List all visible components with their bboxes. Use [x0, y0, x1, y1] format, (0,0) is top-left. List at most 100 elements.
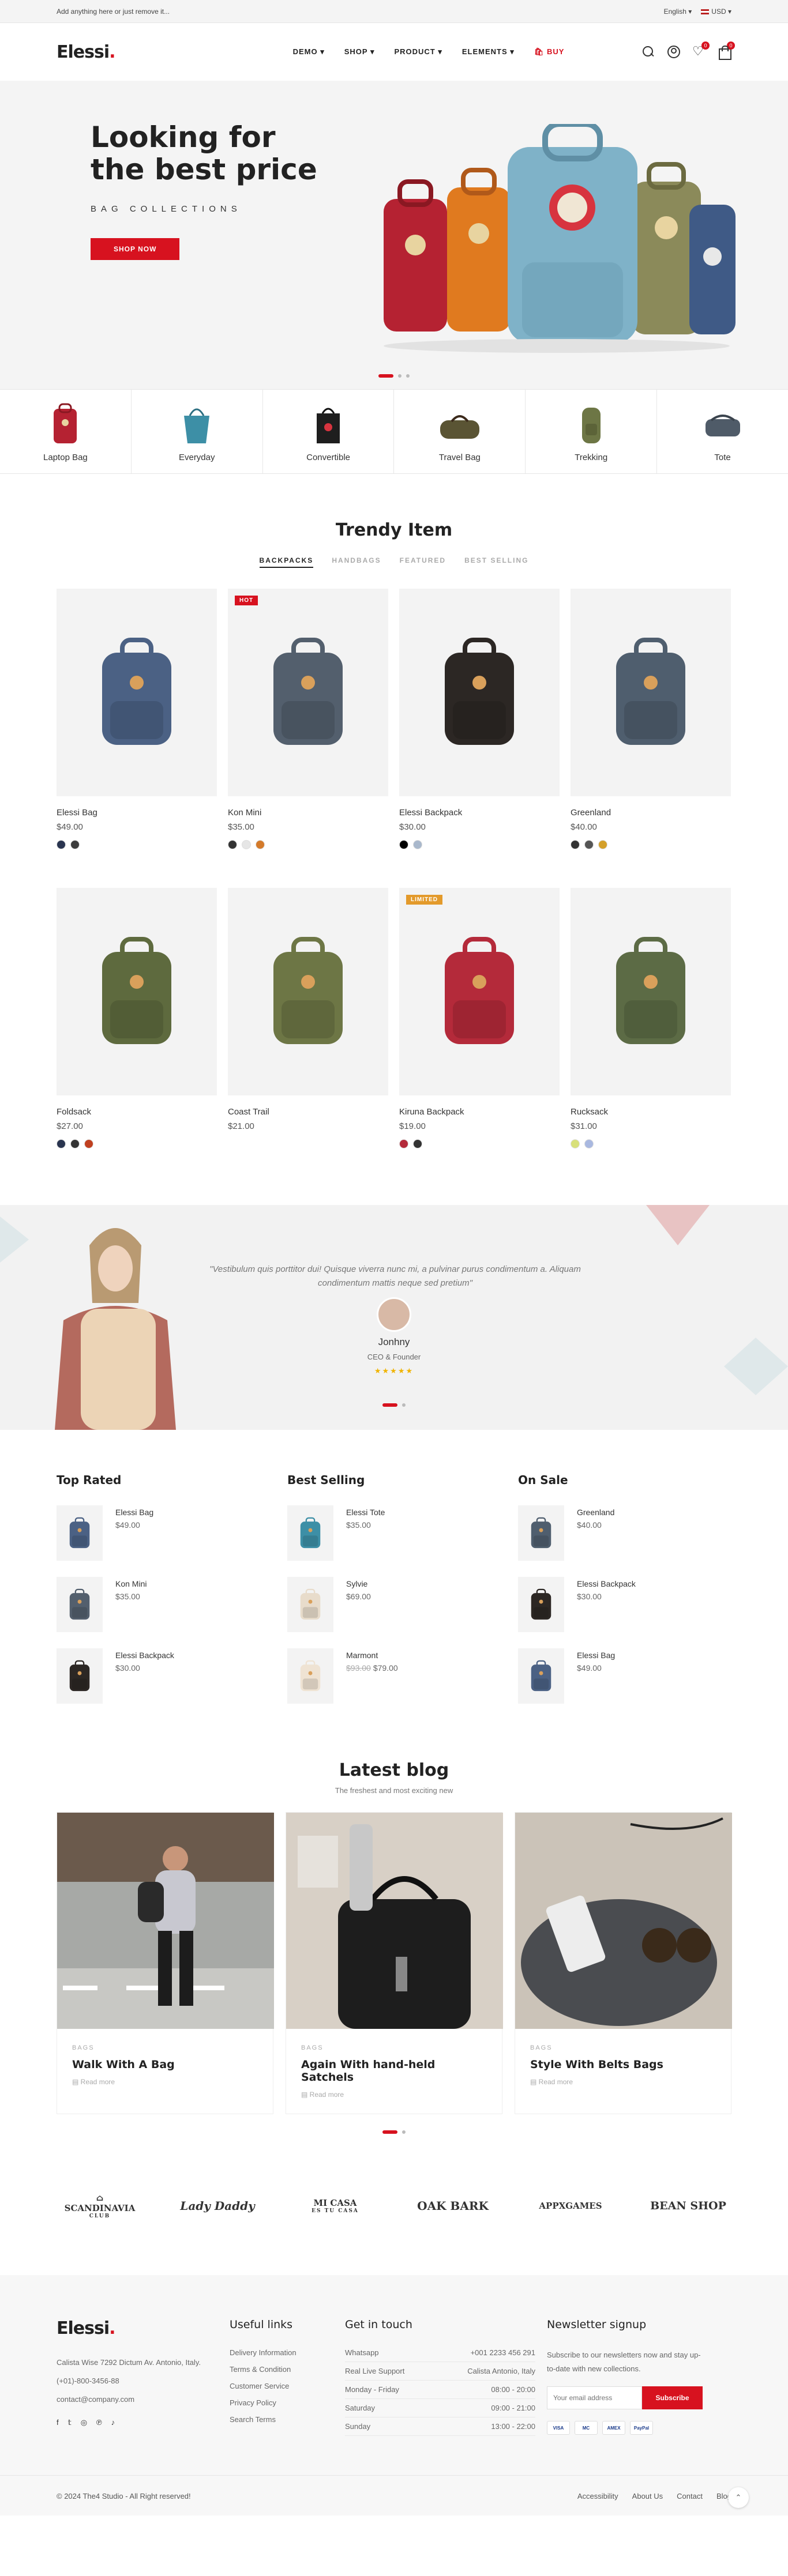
color-swatch[interactable] — [598, 840, 607, 849]
list-item-thumb[interactable] — [57, 1577, 103, 1632]
list-item-name[interactable]: Elessi Bag — [577, 1651, 615, 1660]
category-travel-bag[interactable]: Travel Bag — [394, 390, 526, 473]
color-swatch[interactable] — [399, 840, 408, 849]
language-select[interactable]: English ▾ — [664, 7, 692, 16]
list-item[interactable]: Elessi Bag $49.00 — [57, 1505, 270, 1561]
list-item-thumb[interactable] — [57, 1505, 103, 1561]
list-item-name[interactable]: Sylvie — [346, 1579, 371, 1588]
product-name[interactable]: Rucksack — [571, 1107, 731, 1117]
product-card[interactable]: Foldsack $27.00 — [57, 888, 217, 1148]
color-swatch[interactable] — [413, 1139, 422, 1148]
product-card[interactable]: Elessi Backpack $30.00 — [399, 589, 560, 849]
color-swatch[interactable] — [70, 1139, 80, 1148]
list-item-name[interactable]: Kon Mini — [115, 1579, 147, 1588]
list-item[interactable]: Kon Mini $35.00 — [57, 1577, 270, 1632]
list-item-name[interactable]: Elessi Backpack — [577, 1579, 636, 1588]
category-convertible[interactable]: Convertible — [263, 390, 395, 473]
product-name[interactable]: Kiruna Backpack — [399, 1107, 560, 1117]
back-to-top-icon[interactable]: ⌃ — [728, 2487, 749, 2508]
color-swatch[interactable] — [57, 840, 66, 849]
nav-buy[interactable]: 🛍 BUY — [534, 47, 565, 57]
newsletter-email-input[interactable] — [547, 2386, 642, 2409]
wishlist-heart-icon[interactable]: ♡ 0 — [692, 42, 710, 59]
slider-dot[interactable] — [382, 1403, 397, 1407]
footer-logo[interactable]: Elessi. — [57, 2318, 241, 2338]
product-name[interactable]: Elessi Backpack — [399, 808, 560, 818]
footer-bottom-link[interactable]: About Us — [632, 2492, 663, 2500]
read-more-link[interactable]: ▤ Read more — [301, 2091, 487, 2099]
instagram-icon[interactable]: ◎ — [81, 2418, 87, 2427]
list-item-thumb[interactable] — [57, 1648, 103, 1704]
list-item-thumb[interactable] — [287, 1577, 333, 1632]
footer-bottom-link[interactable]: Accessibility — [577, 2492, 618, 2500]
blog-post[interactable]: BAGS Again With hand-held Satchels ▤ Rea… — [286, 1812, 503, 2114]
tab-featured[interactable]: FEATURED — [400, 556, 446, 568]
user-icon[interactable] — [667, 45, 681, 59]
post-title[interactable]: Style With Belts Bags — [530, 2058, 716, 2071]
read-more-link[interactable]: ▤ Read more — [530, 2078, 716, 2086]
currency-select[interactable]: USD ▾ — [701, 7, 731, 16]
color-swatch[interactable] — [413, 840, 422, 849]
read-more-link[interactable]: ▤ Read more — [72, 2078, 258, 2086]
post-title[interactable]: Walk With A Bag — [72, 2058, 258, 2071]
product-image[interactable] — [571, 589, 731, 796]
brand-lady-daddy-logo[interactable]: Lady Daddy — [174, 2199, 261, 2213]
brand-bean-shop-logo[interactable]: BEAN SHOP — [645, 2200, 731, 2212]
brand-mi-casa-logo[interactable]: MI CASA ES TU CASA — [292, 2198, 378, 2214]
list-item-name[interactable]: Elessi Tote — [346, 1508, 385, 1517]
cart-bag-icon[interactable]: 0 — [718, 42, 735, 60]
product-image[interactable] — [571, 888, 731, 1095]
list-item[interactable]: Marmont $93.00 $79.00 — [287, 1648, 501, 1704]
list-item[interactable]: Elessi Backpack $30.00 — [57, 1648, 270, 1704]
nav-shop[interactable]: SHOP ▾ — [344, 47, 375, 57]
list-item[interactable]: Elessi Bag $49.00 — [518, 1648, 731, 1704]
slider-dot[interactable] — [398, 374, 401, 378]
tiktok-icon[interactable]: ♪ — [111, 2418, 115, 2427]
color-swatch[interactable] — [571, 840, 580, 849]
subscribe-button[interactable]: Subscribe — [642, 2386, 703, 2409]
color-swatch[interactable] — [70, 840, 80, 849]
product-image[interactable] — [228, 888, 388, 1095]
facebook-icon[interactable]: f — [57, 2418, 59, 2427]
footer-link[interactable]: Delivery Information — [230, 2348, 345, 2357]
post-title[interactable]: Again With hand-held Satchels — [301, 2058, 487, 2084]
footer-bottom-link[interactable]: Contact — [677, 2492, 703, 2500]
slider-dot[interactable] — [402, 2130, 406, 2134]
color-swatch[interactable] — [584, 840, 594, 849]
list-item[interactable]: Greenland $40.00 — [518, 1505, 731, 1561]
tab-best-selling[interactable]: BEST SELLING — [464, 556, 528, 568]
logo[interactable]: Elessi. — [57, 42, 241, 62]
list-item-thumb[interactable] — [518, 1577, 564, 1632]
brand-appxgames-logo[interactable]: APPXGAMES — [527, 2201, 614, 2211]
category-everyday[interactable]: Everyday — [132, 390, 263, 473]
category-laptop-bag[interactable]: Laptop Bag — [0, 390, 132, 473]
product-image[interactable]: HOT — [228, 589, 388, 796]
slider-dot[interactable] — [402, 1403, 406, 1407]
tab-backpacks[interactable]: BACKPACKS — [259, 556, 314, 568]
footer-link[interactable]: Terms & Condition — [230, 2365, 345, 2374]
color-swatch[interactable] — [57, 1139, 66, 1148]
color-swatch[interactable] — [584, 1139, 594, 1148]
footer-link[interactable]: Search Terms — [230, 2415, 345, 2424]
slider-dot[interactable] — [382, 2130, 397, 2134]
product-name[interactable]: Coast Trail — [228, 1107, 388, 1117]
twitter-icon[interactable]: 𝕥 — [68, 2418, 72, 2427]
list-item[interactable]: Elessi Tote $35.00 — [287, 1505, 501, 1561]
color-swatch[interactable] — [228, 840, 237, 849]
list-item-name[interactable]: Elessi Bag — [115, 1508, 153, 1517]
list-item[interactable]: Sylvie $69.00 — [287, 1577, 501, 1632]
product-card[interactable]: HOT Kon Mini $35.00 — [228, 589, 388, 849]
footer-link[interactable]: Customer Service — [230, 2382, 345, 2390]
product-card[interactable]: Rucksack $31.00 — [571, 888, 731, 1148]
list-item-name[interactable]: Marmont — [346, 1651, 398, 1660]
shop-now-button[interactable]: SHOP NOW — [91, 238, 180, 260]
list-item-thumb[interactable] — [287, 1648, 333, 1704]
product-name[interactable]: Kon Mini — [228, 808, 388, 818]
blog-post[interactable]: BAGS Walk With A Bag ▤ Read more — [57, 1812, 274, 2114]
brand-oak-bark-logo[interactable]: OAK BARK — [410, 2199, 496, 2213]
footer-link[interactable]: Privacy Policy — [230, 2398, 345, 2407]
product-card[interactable]: LIMITED Kiruna Backpack $19.00 — [399, 888, 560, 1148]
list-item[interactable]: Elessi Backpack $30.00 — [518, 1577, 731, 1632]
product-card[interactable]: Elessi Bag $49.00 — [57, 589, 217, 849]
product-name[interactable]: Greenland — [571, 808, 731, 818]
